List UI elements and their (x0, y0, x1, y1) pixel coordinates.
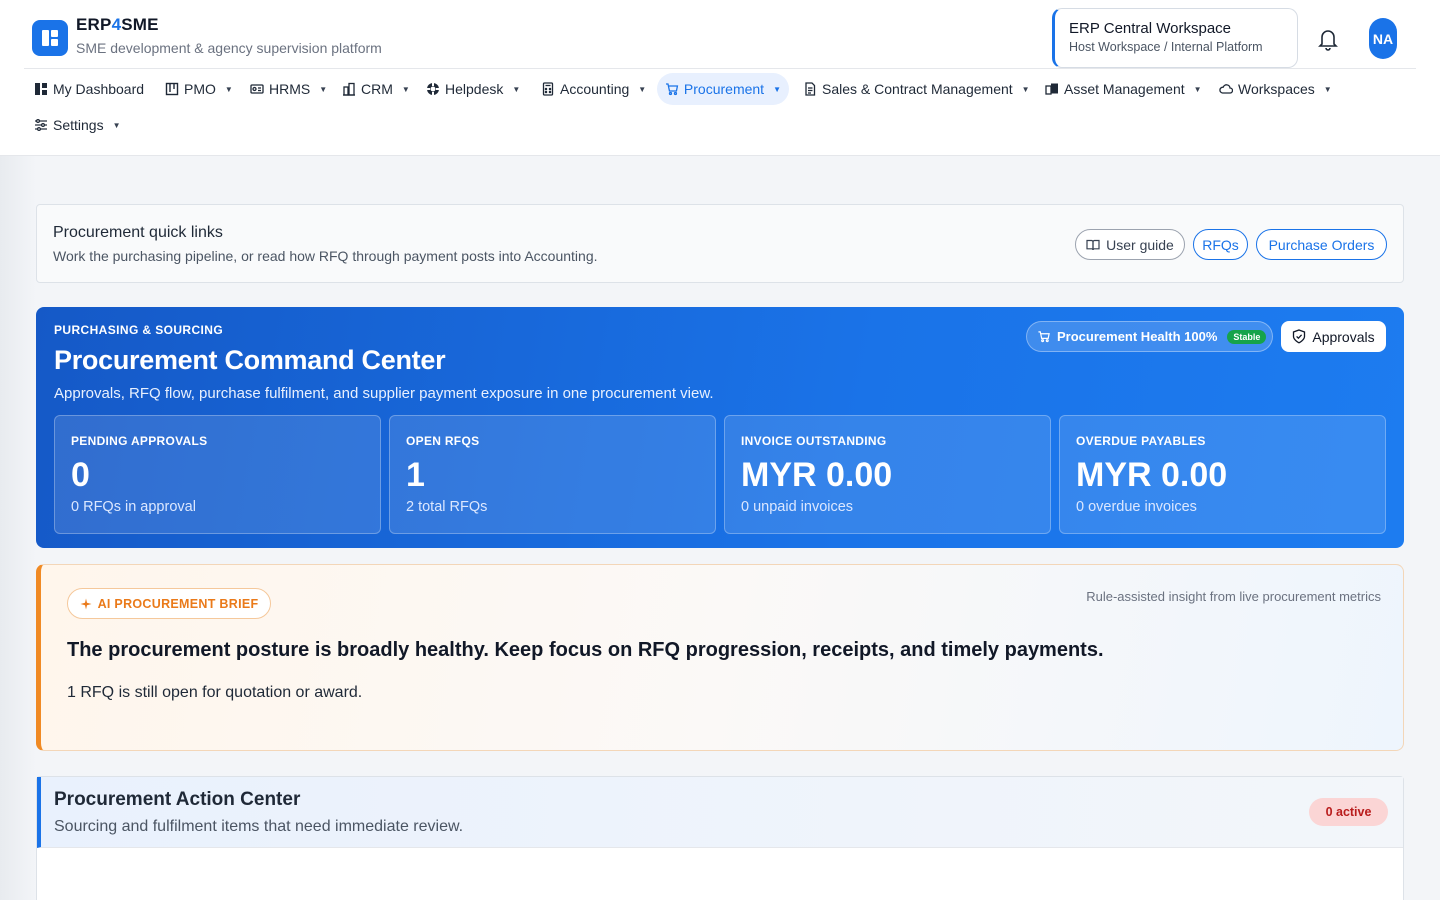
sliders-icon (35, 119, 47, 132)
nav-accounting[interactable]: Accounting ▼ (533, 73, 654, 105)
procurement-health-badge: Procurement Health 100% Stable (1026, 321, 1273, 352)
stat-note: 2 total RFQs (406, 499, 488, 515)
chevron-down-icon: ▼ (1021, 84, 1030, 94)
command-center-title: Procurement Command Center (54, 345, 446, 375)
cart-icon (665, 83, 679, 96)
ai-brief-headline: The procurement posture is broadly healt… (67, 639, 1104, 661)
chevron-down-icon: ▼ (224, 84, 233, 94)
command-center-eyebrow: PURCHASING & SOURCING (54, 323, 224, 337)
purchase-orders-link-button[interactable]: Purchase Orders (1256, 229, 1387, 260)
stat-label: PENDING APPROVALS (71, 434, 208, 448)
chevron-down-icon: ▼ (512, 84, 521, 94)
stat-value: MYR 0.00 (1076, 456, 1228, 494)
active-count-badge: 0 active (1309, 798, 1388, 826)
chevron-down-icon: ▼ (401, 84, 410, 94)
stat-label: OVERDUE PAYABLES (1076, 434, 1206, 448)
page-background-shade (0, 156, 36, 900)
quick-links-title: Procurement quick links (53, 224, 223, 241)
book-icon (1086, 239, 1100, 250)
user-avatar[interactable]: NA (1369, 18, 1397, 59)
kanban-icon (165, 82, 179, 96)
nav-asset-management[interactable]: Asset Management ▼ (1037, 73, 1210, 105)
health-status-badge: Stable (1227, 329, 1267, 344)
stat-value: MYR 0.00 (741, 456, 893, 494)
lifebuoy-icon (427, 83, 439, 95)
stat-label: INVOICE OUTSTANDING (741, 434, 887, 448)
stat-card-open-rfqs[interactable]: OPEN RFQS 1 2 total RFQs (389, 415, 716, 534)
command-center-subtitle: Approvals, RFQ flow, purchase fulfilment… (54, 385, 714, 402)
shield-check-icon (1293, 329, 1306, 344)
dashboard-icon (35, 83, 47, 95)
stat-value: 1 (406, 456, 425, 494)
nav-pmo[interactable]: PMO ▼ (157, 73, 241, 105)
stat-card-invoice-outstanding[interactable]: INVOICE OUTSTANDING MYR 0.00 0 unpaid in… (724, 415, 1051, 534)
building-icon (343, 82, 355, 96)
procurement-command-center: PURCHASING & SOURCING Procurement Comman… (36, 307, 1404, 548)
nav-sales-contract[interactable]: Sales & Contract Management ▼ (795, 73, 1038, 105)
brand-name[interactable]: ERP4SME (76, 15, 159, 35)
chevron-down-icon: ▼ (112, 120, 121, 130)
nav-hrms[interactable]: HRMS ▼ (242, 73, 335, 105)
workspace-subtitle: Host Workspace / Internal Platform (1069, 40, 1263, 54)
devices-icon (1045, 83, 1058, 95)
stat-label: OPEN RFQS (406, 434, 480, 448)
nav-helpdesk[interactable]: Helpdesk ▼ (418, 73, 528, 105)
nav-crm[interactable]: CRM ▼ (334, 73, 418, 105)
header-divider (24, 68, 1416, 69)
nav-settings[interactable]: Settings ▼ (26, 109, 129, 141)
action-center-subtitle: Sourcing and fulfilment items that need … (54, 818, 464, 835)
ai-brief-meta: Rule-assisted insight from live procurem… (1086, 589, 1381, 604)
stat-card-pending-approvals[interactable]: PENDING APPROVALS 0 0 RFQs in approval (54, 415, 381, 534)
chevron-down-icon: ▼ (638, 84, 647, 94)
sparkle-icon (80, 598, 92, 609)
document-icon (805, 82, 816, 96)
bell-icon[interactable] (1316, 26, 1340, 52)
id-card-icon (250, 84, 264, 94)
stat-note: 0 RFQs in approval (71, 499, 196, 515)
app-logo-icon[interactable] (32, 20, 68, 56)
procurement-quick-links-card: Procurement quick links Work the purchas… (36, 204, 1404, 283)
workspace-title: ERP Central Workspace (1069, 20, 1232, 37)
ai-procurement-brief: AI PROCUREMENT BRIEF Rule-assisted insig… (36, 564, 1404, 751)
quick-links-subtitle: Work the purchasing pipeline, or read ho… (53, 248, 598, 264)
chevron-down-icon: ▼ (1323, 84, 1332, 94)
user-guide-button[interactable]: User guide (1075, 229, 1185, 260)
approvals-button[interactable]: Approvals (1281, 321, 1386, 352)
ai-brief-badge: AI PROCUREMENT BRIEF (67, 588, 271, 619)
calculator-icon (542, 82, 554, 96)
stat-note: 0 overdue invoices (1076, 499, 1197, 515)
chevron-down-icon: ▼ (773, 84, 781, 94)
chevron-down-icon: ▼ (1193, 84, 1202, 94)
cloud-icon (1219, 84, 1233, 94)
nav-procurement[interactable]: Procurement ▼ (657, 73, 789, 105)
cart-icon (1038, 331, 1050, 343)
stat-card-overdue-payables[interactable]: OVERDUE PAYABLES MYR 0.00 0 overdue invo… (1059, 415, 1386, 534)
chevron-down-icon: ▼ (319, 84, 328, 94)
action-center-title: Procurement Action Center (54, 789, 301, 810)
stat-note: 0 unpaid invoices (741, 499, 854, 515)
nav-my-dashboard[interactable]: My Dashboard (26, 73, 152, 105)
procurement-action-center: Procurement Action Center Sourcing and f… (36, 776, 1404, 900)
rfqs-link-button[interactable]: RFQs (1193, 229, 1248, 260)
ai-brief-body: 1 RFQ is still open for quotation or awa… (67, 684, 363, 701)
top-header: ERP4SME SME development & agency supervi… (0, 0, 1440, 156)
action-center-header: Procurement Action Center Sourcing and f… (37, 777, 1403, 848)
stat-value: 0 (71, 456, 90, 494)
nav-workspaces[interactable]: Workspaces ▼ (1211, 73, 1340, 105)
workspace-switcher[interactable]: ERP Central Workspace Host Workspace / I… (1052, 8, 1298, 68)
brand-tagline: SME development & agency supervision pla… (76, 40, 382, 56)
